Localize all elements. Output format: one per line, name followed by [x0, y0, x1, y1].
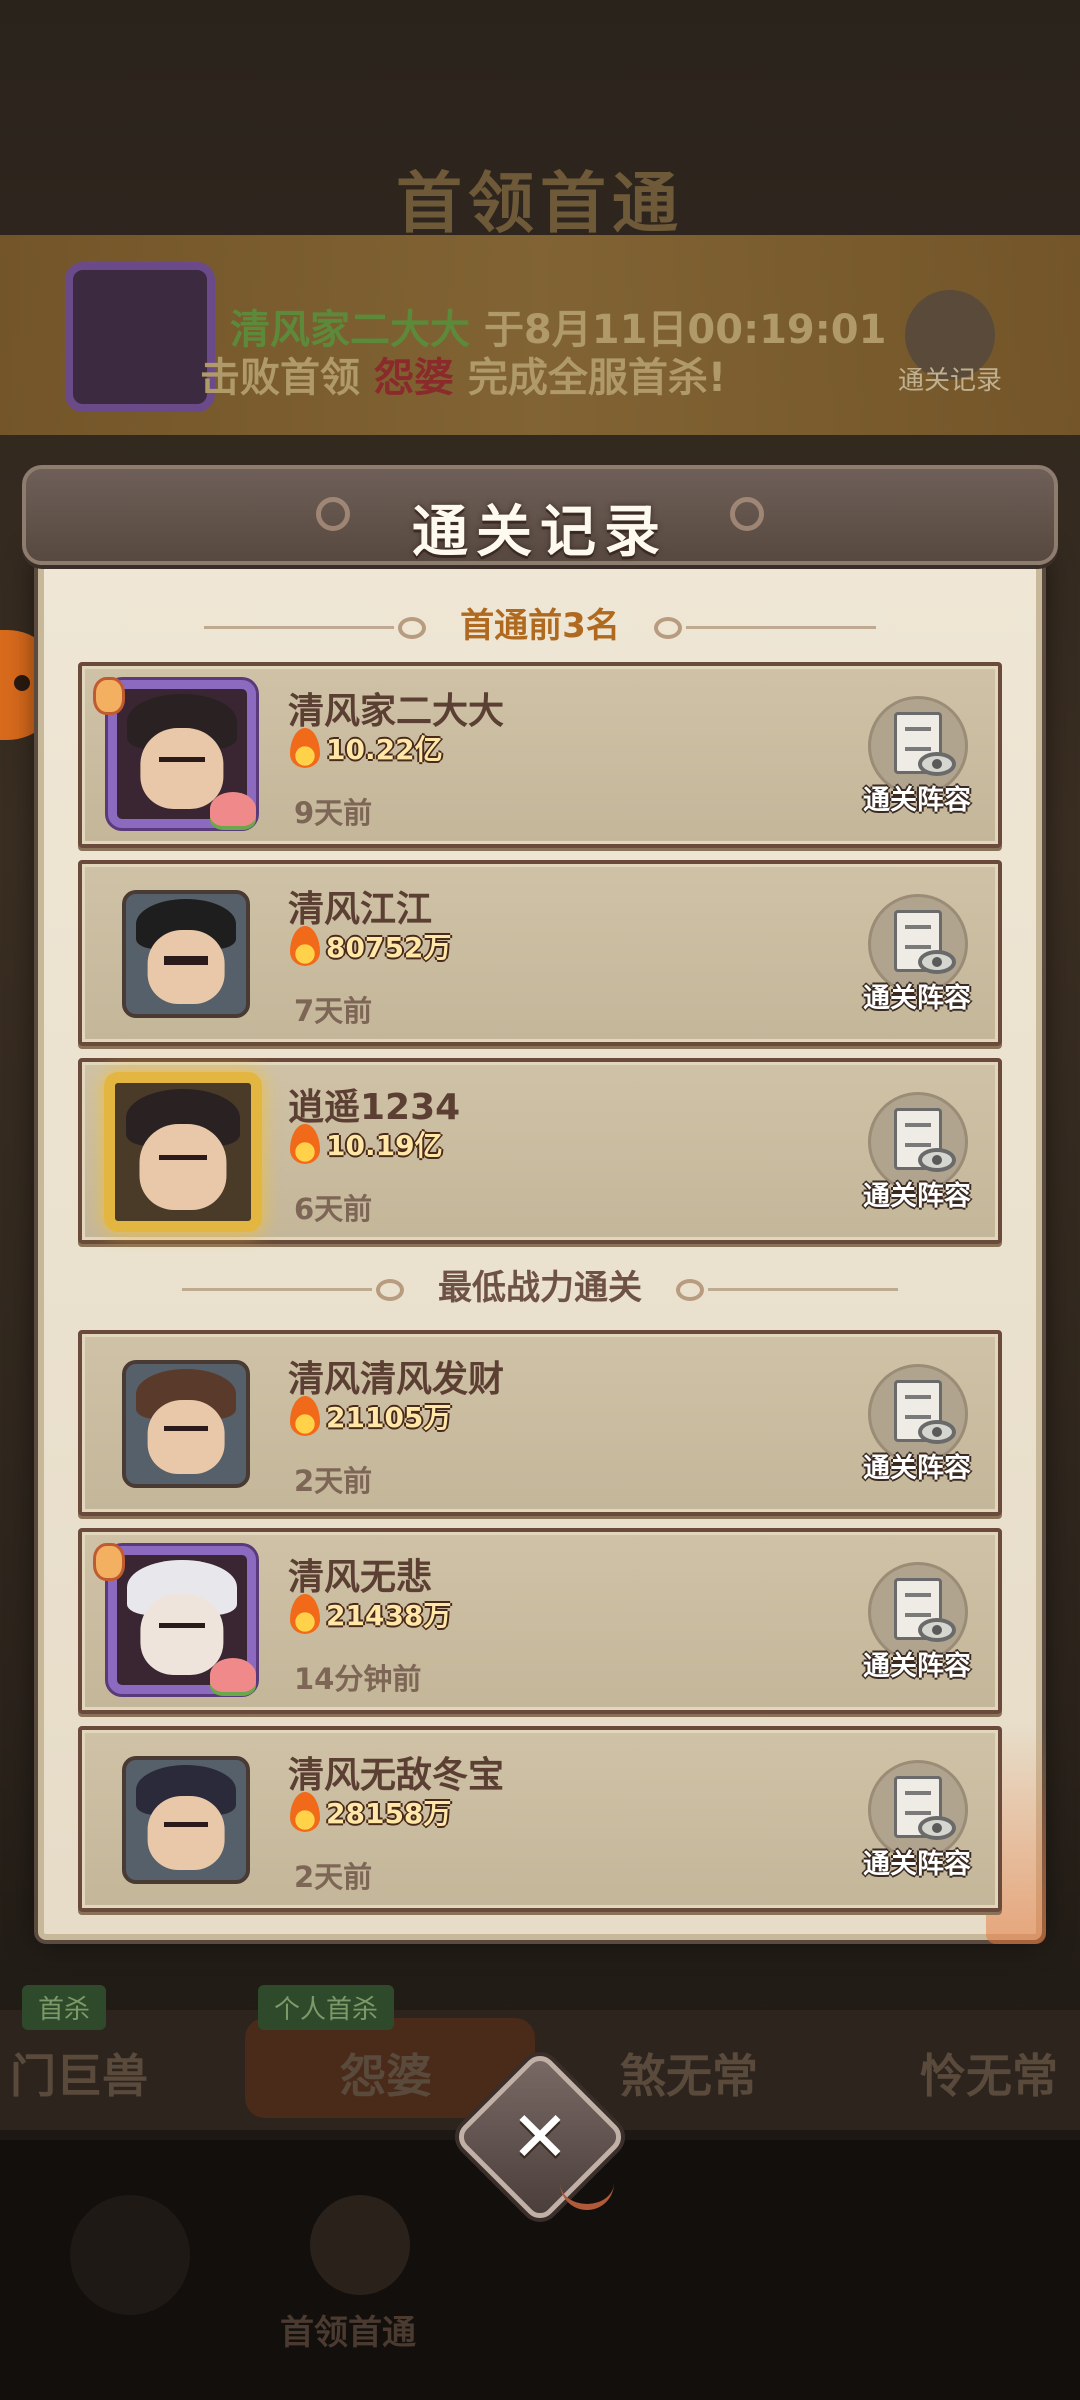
clear-time: 2天前: [294, 1860, 373, 1894]
boss-tab-2[interactable]: 怨婆: [340, 2040, 432, 2106]
eye-icon: [918, 752, 956, 776]
eye-icon: [918, 950, 956, 974]
clear-time: 14分钟前: [294, 1662, 422, 1696]
dialog-header: 通关记录: [22, 465, 1058, 565]
player-name: 逍遥1234: [288, 1087, 461, 1128]
power-row: 80752万: [290, 926, 451, 974]
lantern-icon: [96, 680, 122, 712]
record-card: 清风无敌冬宝 28158万 2天前 通关阵容: [78, 1726, 1002, 1912]
banner-text-after: 完成全服首杀!: [467, 355, 727, 401]
power-row: 21438万: [290, 1594, 451, 1642]
flame-icon: [290, 1594, 320, 1634]
record-card: 清风清风发财 21105万 2天前 通关阵容: [78, 1330, 1002, 1516]
player-name: 清风无悲: [288, 1557, 433, 1598]
clear-record-label: 通关记录: [897, 366, 1002, 396]
view-lineup-button[interactable]: 通关阵容: [854, 1760, 980, 1900]
lantern-icon: [96, 1546, 122, 1578]
background-title: 首领首通: [396, 165, 684, 242]
banner-text-before: 击败首领: [200, 355, 360, 401]
eye-icon: [918, 1618, 956, 1642]
eye-icon: [918, 1148, 956, 1172]
power-value: 80752万: [326, 931, 452, 964]
player-avatar[interactable]: [122, 1360, 250, 1488]
header-swirl-left-icon: [316, 497, 350, 531]
header-swirl-right-icon: [730, 497, 764, 531]
view-lineup-button[interactable]: 通关阵容: [854, 1092, 980, 1232]
player-name: 清风无敌冬宝: [288, 1755, 505, 1796]
view-lineup-button[interactable]: 通关阵容: [854, 696, 980, 836]
clear-record-button[interactable]: 通关记录: [890, 290, 1010, 410]
record-card: 清风江江 80752万 7天前 通关阵容: [78, 860, 1002, 1046]
player-name: 清风江江: [288, 889, 433, 930]
tag-first-kill: 首杀: [22, 1985, 107, 2030]
banner-boss-name: 怨婆: [373, 355, 454, 401]
eye-icon: [918, 1816, 956, 1840]
power-value: 10.19亿: [326, 1129, 443, 1162]
power-value: 21438万: [326, 1599, 452, 1632]
dialog-title: 通关记录: [412, 500, 668, 565]
boss-tab-4[interactable]: 怜无常: [920, 2040, 1058, 2106]
power-row: 10.22亿: [290, 728, 443, 776]
flame-icon: [290, 926, 320, 966]
player-avatar[interactable]: [104, 1072, 262, 1232]
lotus-icon: [210, 792, 256, 826]
section-lowest-title: 最低战力通关: [38, 1260, 1042, 1309]
power-value: 28158万: [326, 1797, 452, 1830]
view-lineup-label: 通关阵容: [863, 1453, 971, 1484]
view-lineup-label: 通关阵容: [863, 983, 971, 1014]
clear-time: 7天前: [294, 994, 373, 1028]
player-name: 清风家二大大: [288, 691, 505, 732]
player-avatar[interactable]: [122, 1756, 250, 1884]
flame-icon: [290, 1396, 320, 1436]
view-lineup-label: 通关阵容: [863, 1849, 971, 1880]
boss-skull-icon[interactable]: [310, 2195, 410, 2295]
power-value: 21105万: [326, 1401, 452, 1434]
boss-tab-3[interactable]: 煞无常: [620, 2040, 758, 2106]
clear-time: 6天前: [294, 1192, 373, 1226]
power-row: 28158万: [290, 1792, 451, 1840]
view-lineup-button[interactable]: 通关阵容: [854, 1562, 980, 1702]
clear-time: 2天前: [294, 1464, 373, 1498]
banner-line-2: 击败首领 怨婆 完成全服首杀!: [200, 345, 726, 403]
flame-icon: [290, 1124, 320, 1164]
power-row: 10.19亿: [290, 1124, 443, 1172]
record-card: 清风家二大大 10.22亿 9天前 通关阵容: [78, 662, 1002, 848]
power-row: 21105万: [290, 1396, 451, 1444]
banner-avatar: [65, 262, 215, 412]
view-lineup-label: 通关阵容: [863, 1651, 971, 1682]
clear-time: 9天前: [294, 796, 373, 830]
flame-icon: [290, 1792, 320, 1832]
section-top3-label: 首通前3名: [460, 606, 620, 646]
nav-label-boss-first-clear[interactable]: 首领首通: [280, 2305, 416, 2354]
lotus-icon: [210, 1658, 256, 1692]
section-top3-title: 首通前3名: [38, 598, 1042, 647]
view-lineup-label: 通关阵容: [863, 1181, 971, 1212]
record-card: 逍遥1234 10.19亿 6天前 通关阵容: [78, 1058, 1002, 1244]
player-avatar[interactable]: [122, 890, 250, 1018]
section-lowest-label: 最低战力通关: [438, 1268, 642, 1308]
player-name: 清风清风发财: [288, 1359, 505, 1400]
record-card: 清风无悲 21438万 14分钟前 通关阵容: [78, 1528, 1002, 1714]
view-lineup-button[interactable]: 通关阵容: [854, 894, 980, 1034]
flame-icon: [290, 728, 320, 768]
power-value: 10.22亿: [326, 733, 443, 766]
eye-icon: [918, 1420, 956, 1444]
view-lineup-button[interactable]: 通关阵容: [854, 1364, 980, 1504]
back-arrow-icon[interactable]: [70, 2195, 190, 2315]
view-lineup-label: 通关阵容: [863, 785, 971, 816]
boss-tab-1[interactable]: 门巨兽: [10, 2040, 148, 2106]
tag-personal-first-kill: 个人首杀: [258, 1985, 395, 2030]
